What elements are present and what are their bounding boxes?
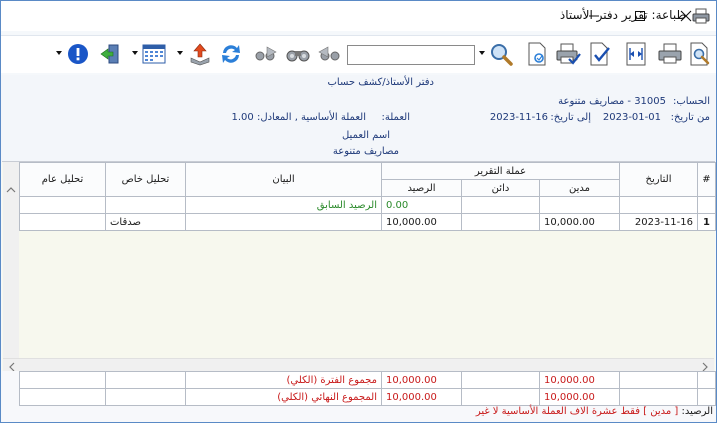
print-check-icon (556, 43, 581, 65)
ledger-grid: # التاريخ عملة التقرير البيان تحليل خاص … (2, 161, 716, 375)
opening-balance-statement: الرصيد السابق (185, 196, 382, 214)
previous-button[interactable] (316, 41, 342, 67)
previous-icon (318, 46, 340, 61)
dropdown-arrow-icon[interactable] (132, 50, 138, 56)
customer-name-label: اسم العميل (341, 130, 390, 141)
balance-text: [ مدين ] فقط عشرة الاف العملة الأساسية ل… (475, 406, 679, 417)
report-header: دفتر الأستاذ/كشف حساب الحساب: 31005 - مص… (1, 75, 716, 163)
print-button[interactable] (657, 41, 683, 67)
row-date: 2023-11-16 (619, 213, 698, 231)
period-total-row: 10,000.00 10,000.00 مجموع الفترة (الكلي) (19, 371, 716, 389)
toolbar (1, 35, 716, 73)
search-button[interactable] (488, 41, 514, 67)
search-icon (491, 44, 513, 66)
table-row[interactable]: 1 2023-11-16 10,000.00 10,000.00 صدقات (19, 213, 716, 231)
date-to-value: 2023-11-16 (489, 112, 548, 123)
row-index: 1 (697, 213, 716, 231)
final-total-row: 10,000.00 10,000.00 المجموع النهائي (الك… (19, 388, 716, 406)
final-total-balance: 10,000.00 (381, 388, 462, 406)
dropdown-arrow-icon[interactable] (56, 50, 62, 56)
col-report-currency-header: عملة التقرير (381, 162, 620, 180)
final-total-debit: 10,000.00 (539, 388, 620, 406)
row-statement (185, 213, 382, 231)
window-title: طباعة: تقرير دفتر الأستاذ (559, 8, 686, 22)
col-credit-header[interactable]: دائن (461, 179, 540, 197)
row-general-analysis (19, 213, 106, 231)
refresh-button[interactable] (218, 41, 244, 67)
find-button[interactable] (285, 41, 311, 67)
calendar-button[interactable] (141, 41, 167, 67)
exit-button[interactable] (97, 41, 123, 67)
report-title: دفتر الأستاذ/كشف حساب (327, 77, 434, 88)
dropdown-arrow-icon[interactable] (177, 50, 183, 56)
scroll-up-icon[interactable] (3, 182, 19, 198)
vertical-scrollbar[interactable] (3, 162, 19, 358)
page-setup-button[interactable] (524, 41, 550, 67)
final-total-label: المجموع النهائي (الكلي) (185, 388, 382, 406)
fit-width-button[interactable] (623, 41, 649, 67)
totals-footer: 10,000.00 10,000.00 مجموع الفترة (الكلي)… (2, 371, 716, 422)
date-from-value: 2023-01-01 (602, 112, 661, 123)
export-icon (190, 43, 210, 66)
period-total-debit: 10,000.00 (539, 371, 620, 389)
printer-app-icon (692, 8, 710, 24)
title-bar: طباعة: تقرير دفتر الأستاذ (1, 1, 716, 31)
period-total-balance: 10,000.00 (381, 371, 462, 389)
row-special-analysis: صدقات (105, 213, 186, 231)
calendar-icon (142, 44, 166, 64)
print-icon (658, 43, 682, 64)
help-icon (68, 44, 88, 64)
print-preview-icon (690, 42, 710, 66)
next-icon (255, 46, 277, 61)
col-statement-header[interactable]: البيان (185, 162, 382, 197)
currency-label: العملة: (381, 112, 410, 123)
binoculars-icon (286, 50, 310, 62)
export-button[interactable] (187, 41, 213, 67)
currency-value: العملة الأساسية , المعادل: 1.00 (231, 112, 367, 123)
next-button[interactable] (253, 41, 279, 67)
balance-in-words: الرصيد: [ مدين ] فقط عشرة الاف العملة ال… (476, 406, 713, 417)
opening-balance-value: 0.00 (381, 196, 462, 214)
row-balance: 10,000.00 (381, 213, 462, 231)
help-button[interactable] (65, 41, 91, 67)
col-balance-header[interactable]: الرصيد (381, 179, 462, 197)
totals-table: 10,000.00 10,000.00 مجموع الفترة (الكلي)… (19, 371, 716, 406)
date-to-label: إلى تاريخ: (550, 112, 591, 123)
settings-doc-icon (528, 42, 546, 66)
row-debit: 10,000.00 (539, 213, 620, 231)
exit-icon (100, 44, 119, 64)
customer-name-value: مصاريف متنوعة (332, 146, 399, 157)
account-label: الحساب: (672, 96, 710, 107)
period-total-label: مجموع الفترة (الكلي) (185, 371, 382, 389)
print-preview-button[interactable] (687, 41, 713, 67)
doc-check-icon (590, 42, 610, 66)
refresh-icon (222, 45, 240, 63)
print-selected-button[interactable] (555, 41, 581, 67)
col-special-analysis-header[interactable]: تحليل خاص (105, 162, 186, 197)
balance-label: الرصيد: (681, 406, 713, 417)
col-index-header[interactable]: # (697, 162, 716, 197)
fit-width-icon (626, 42, 646, 66)
row-credit (461, 213, 540, 231)
opening-balance-row[interactable]: 0.00 الرصيد السابق (19, 196, 716, 214)
date-from-label: من تاريخ: (670, 112, 710, 123)
col-date-header[interactable]: التاريخ (619, 162, 698, 197)
dropdown-arrow-icon[interactable] (479, 50, 485, 56)
search-input[interactable] (347, 45, 475, 65)
account-value: 31005 - مصاريف متنوعة (558, 96, 666, 107)
print-window: طباعة: تقرير دفتر الأستاذ دفتر الأستاذ/ك… (0, 0, 717, 423)
approve-doc-button[interactable] (587, 41, 613, 67)
ledger-table: # التاريخ عملة التقرير البيان تحليل خاص … (19, 162, 716, 231)
col-general-analysis-header[interactable]: تحليل عام (19, 162, 106, 197)
col-debit-header[interactable]: مدين (539, 179, 620, 197)
